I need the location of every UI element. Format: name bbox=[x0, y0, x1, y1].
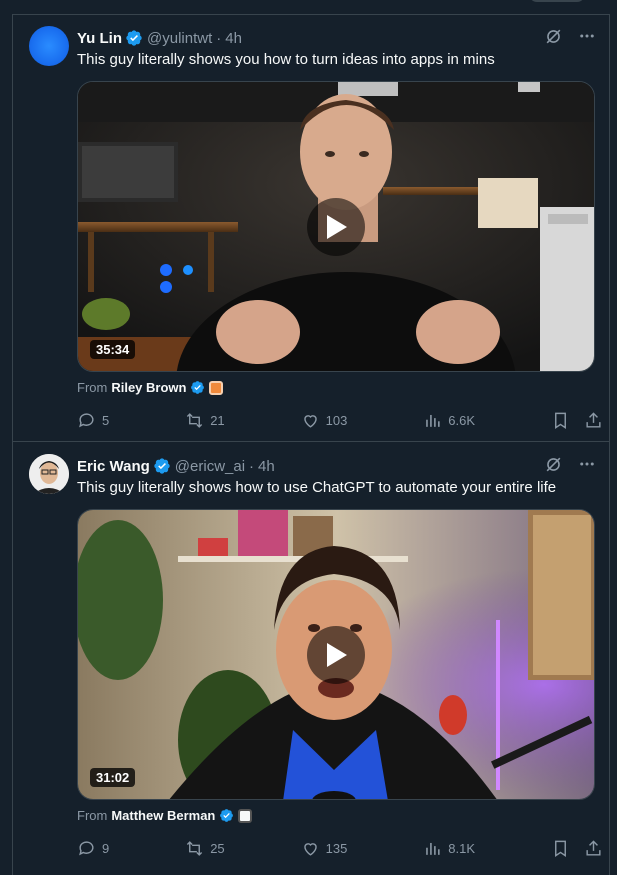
avatar[interactable] bbox=[29, 26, 69, 66]
tweet-actions: 5 21 103 6.6K bbox=[77, 410, 603, 430]
reply-count: 5 bbox=[102, 412, 110, 428]
tweet-text: This guy literally shows you how to turn… bbox=[77, 51, 495, 68]
play-icon bbox=[327, 214, 347, 239]
author-name[interactable]: Eric Wang bbox=[77, 458, 150, 475]
timestamp[interactable]: 4h bbox=[225, 30, 242, 47]
separator-dot: · bbox=[216, 29, 222, 47]
repost-button[interactable]: 21 bbox=[185, 411, 225, 430]
play-icon bbox=[327, 642, 347, 667]
verified-icon bbox=[220, 809, 234, 822]
repost-count: 25 bbox=[210, 840, 225, 856]
reply-count: 9 bbox=[102, 840, 110, 856]
repost-count: 21 bbox=[210, 412, 225, 428]
repost-button[interactable]: 25 bbox=[185, 839, 225, 858]
end-actions bbox=[551, 411, 603, 430]
like-button[interactable]: 103 bbox=[301, 411, 348, 430]
verified-icon bbox=[126, 30, 142, 46]
tweet-actions: 9 25 135 8.1K bbox=[77, 838, 603, 858]
tweet-text: This guy literally shows how to use Chat… bbox=[77, 479, 557, 496]
from-label: From bbox=[77, 808, 108, 823]
timestamp[interactable]: 4h bbox=[258, 458, 275, 475]
top-bar bbox=[0, 0, 617, 14]
video-player[interactable]: 31:02 bbox=[77, 509, 595, 800]
reply-icon bbox=[79, 412, 94, 427]
like-icon bbox=[303, 842, 317, 856]
tweet-card[interactable]: Eric Wang @ericw_ai · 4h This guy litera… bbox=[13, 442, 609, 875]
video-source: From Riley Brown bbox=[77, 380, 224, 395]
end-actions bbox=[551, 839, 603, 858]
bookmark-icon[interactable] bbox=[551, 839, 570, 858]
author-name[interactable]: Yu Lin bbox=[77, 30, 122, 47]
tweet-card[interactable]: Yu Lin @yulintwt · 4h This guy literally… bbox=[13, 14, 609, 442]
share-icon[interactable] bbox=[584, 839, 603, 858]
separator-dot: · bbox=[249, 457, 255, 475]
views-icon bbox=[426, 414, 440, 427]
reply-button[interactable]: 5 bbox=[77, 411, 109, 430]
tweet-header: Yu Lin @yulintwt · 4h bbox=[77, 28, 242, 48]
video-duration: 35:34 bbox=[90, 340, 136, 359]
tweet-header: Eric Wang @ericw_ai · 4h bbox=[77, 456, 275, 476]
play-button[interactable] bbox=[307, 197, 365, 256]
affiliate-badge-icon[interactable] bbox=[209, 380, 224, 395]
video-player[interactable]: 35:34 bbox=[77, 81, 595, 372]
views-button[interactable]: 6.6K bbox=[423, 411, 475, 430]
repost-icon bbox=[187, 840, 203, 856]
reply-button[interactable]: 9 bbox=[77, 839, 109, 858]
share-icon[interactable] bbox=[584, 411, 603, 430]
like-count: 103 bbox=[325, 412, 348, 428]
like-icon bbox=[303, 414, 317, 428]
more-icon[interactable] bbox=[577, 454, 597, 474]
affiliate-badge-icon[interactable] bbox=[238, 808, 253, 823]
from-name[interactable]: Matthew Berman bbox=[111, 808, 215, 823]
from-name[interactable]: Riley Brown bbox=[111, 380, 186, 395]
top-pill-button[interactable] bbox=[529, 0, 585, 2]
grok-icon[interactable] bbox=[543, 454, 563, 474]
play-button[interactable] bbox=[307, 625, 365, 684]
grok-icon[interactable] bbox=[543, 26, 563, 46]
avatar-photo bbox=[29, 454, 69, 494]
timeline-feed: Yu Lin @yulintwt · 4h This guy literally… bbox=[12, 14, 610, 875]
views-icon bbox=[426, 842, 440, 855]
views-button[interactable]: 8.1K bbox=[423, 839, 475, 858]
avatar[interactable] bbox=[29, 454, 69, 494]
more-icon[interactable] bbox=[577, 26, 597, 46]
verified-icon bbox=[191, 381, 205, 394]
author-handle[interactable]: @ericw_ai bbox=[175, 458, 245, 475]
like-button[interactable]: 135 bbox=[301, 839, 348, 858]
views-count: 6.6K bbox=[448, 412, 476, 428]
from-label: From bbox=[77, 380, 108, 395]
author-handle[interactable]: @yulintwt bbox=[147, 30, 212, 47]
repost-icon bbox=[187, 412, 203, 428]
views-count: 8.1K bbox=[448, 840, 476, 856]
video-duration: 31:02 bbox=[90, 768, 136, 787]
tweet-top-actions bbox=[543, 26, 597, 46]
like-count: 135 bbox=[325, 840, 348, 856]
verified-icon bbox=[154, 458, 170, 474]
bookmark-icon[interactable] bbox=[551, 411, 570, 430]
video-source: From Matthew Berman bbox=[77, 808, 253, 823]
reply-icon bbox=[79, 840, 94, 855]
tweet-top-actions bbox=[543, 454, 597, 474]
